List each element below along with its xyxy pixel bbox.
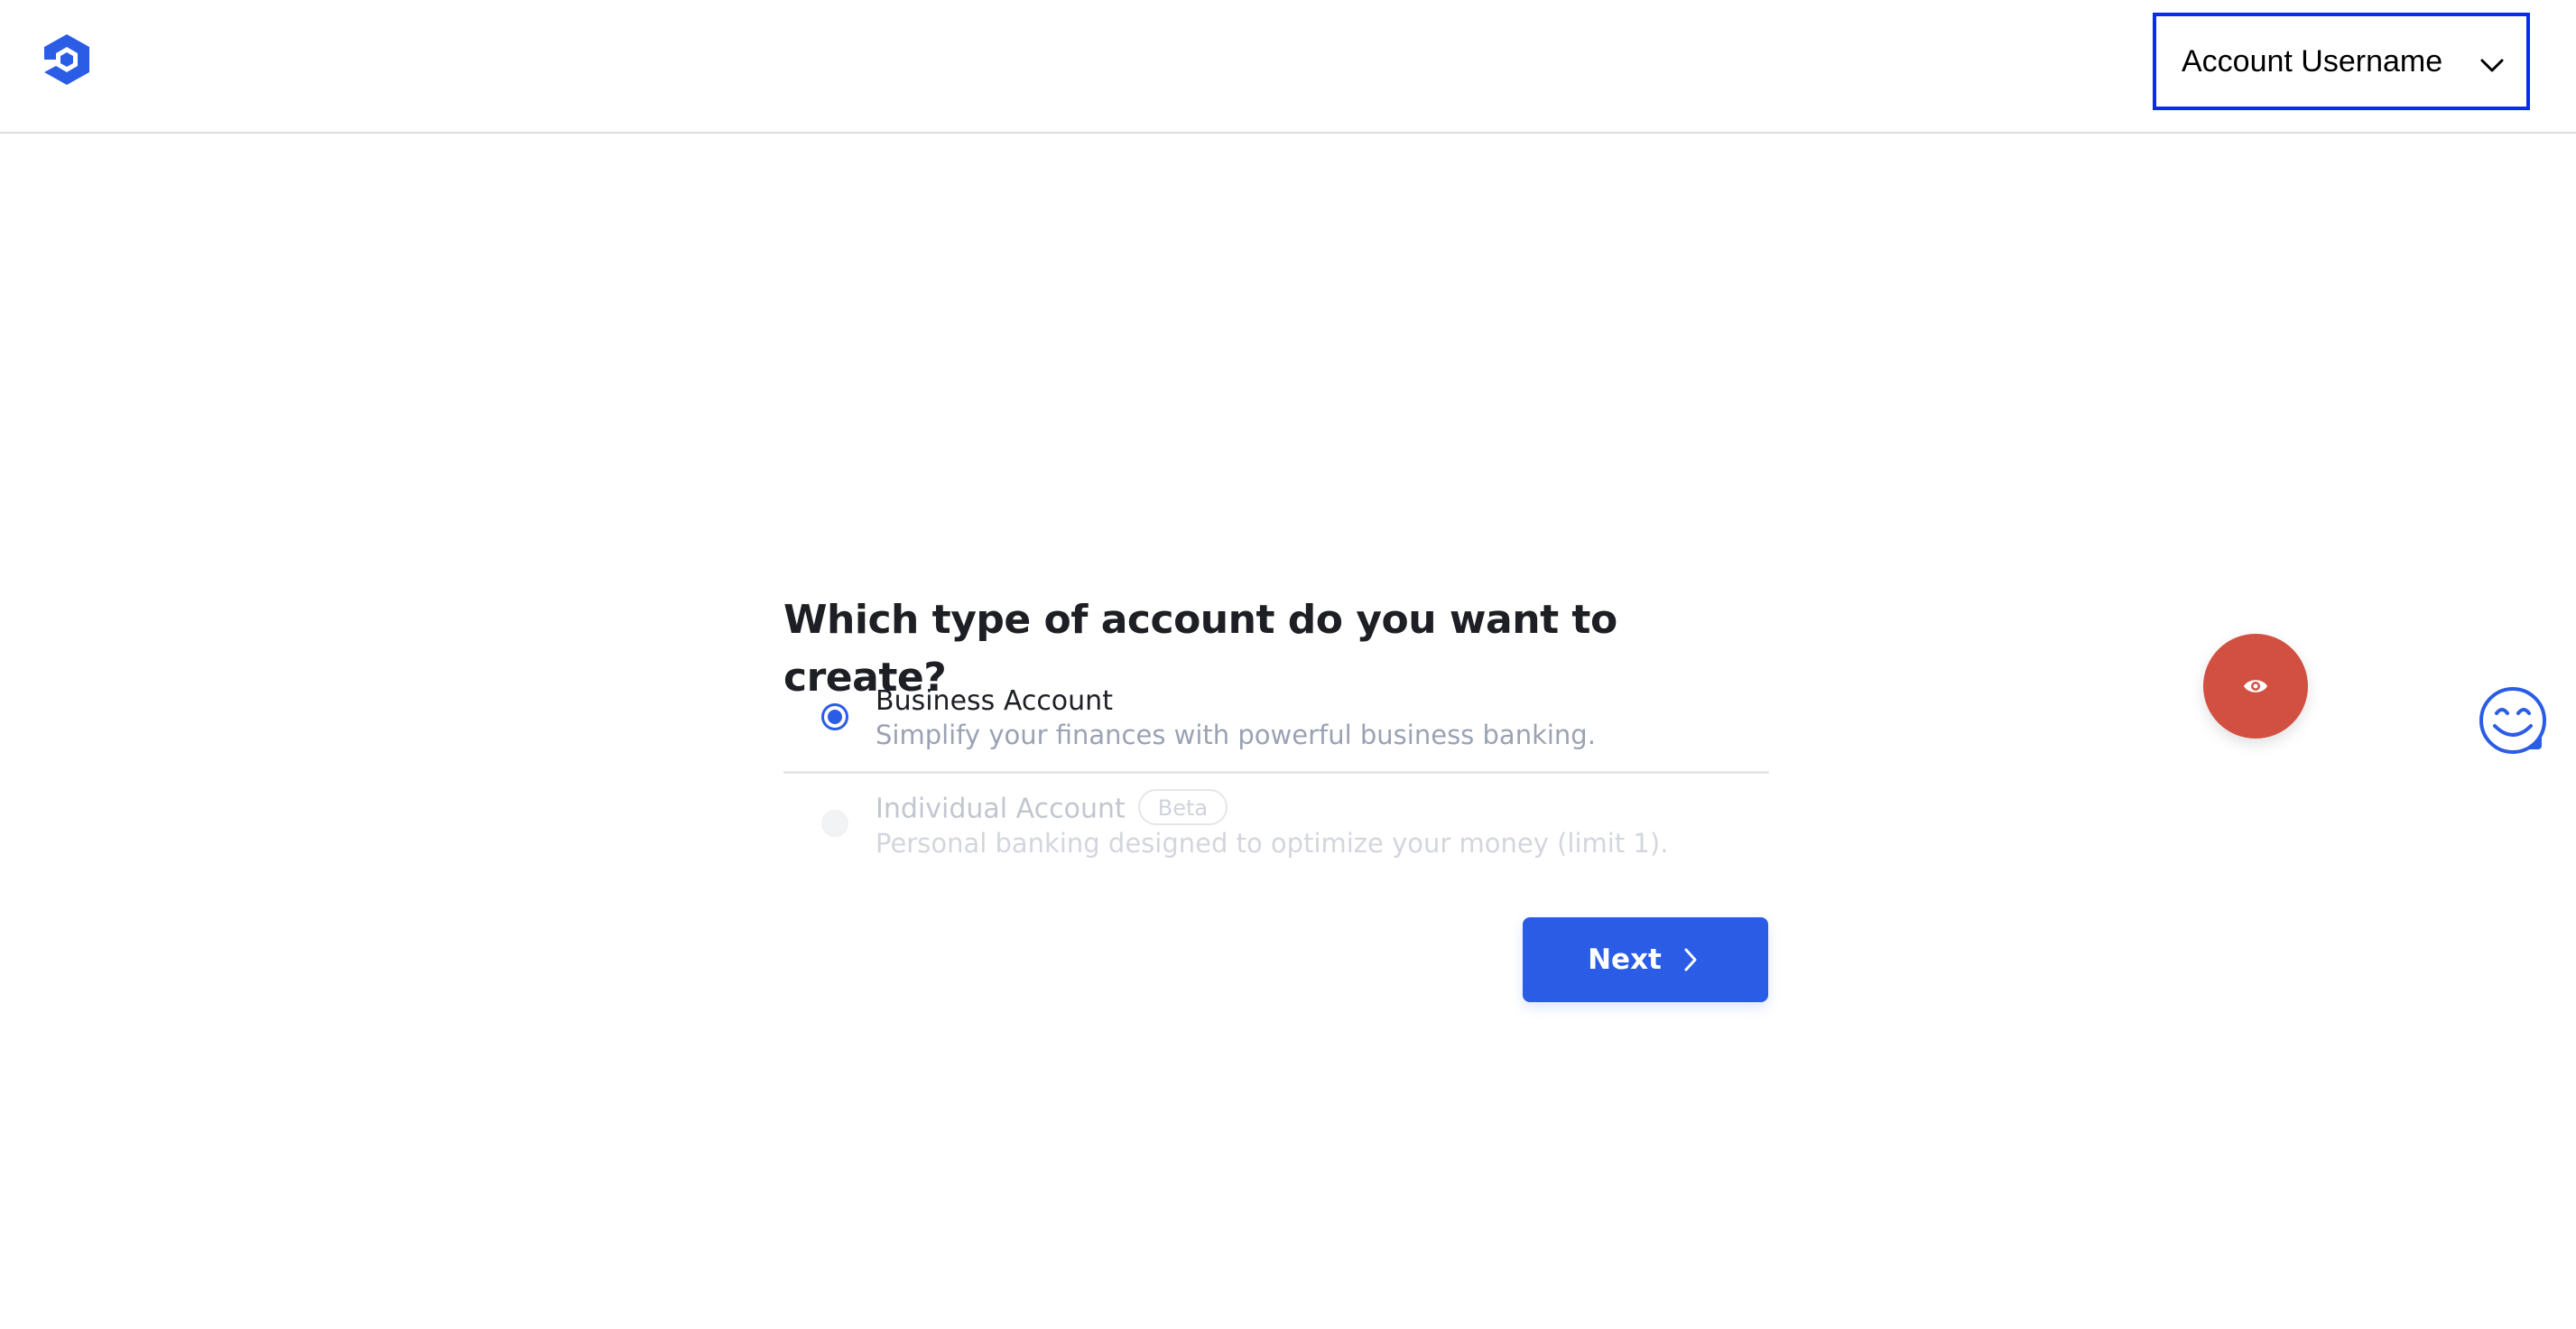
smiley-icon[interactable] [2479,686,2551,758]
chevron-down-icon [2480,59,2504,72]
individual-account-description: Personal banking designed to optimize yo… [876,828,1669,859]
individual-account-title-row: Individual Account Beta [876,789,1228,828]
chevron-right-icon [1684,948,1697,971]
eye-icon [2244,680,2267,692]
account-type-form: Which type of account do you want to cre… [783,591,1769,871]
page-title: Which type of account do you want to cre… [783,597,1617,701]
hexagon-logo-icon[interactable] [40,33,94,87]
business-account-title: Business Account [876,685,1113,717]
individual-account-radio[interactable] [821,810,848,837]
option-business-account[interactable]: Business Account Simplify your finances … [783,676,1769,774]
option-individual-account[interactable]: Individual Account Beta Personal banking … [783,774,1769,871]
eye-button[interactable] [2203,634,2308,739]
business-account-description: Simplify your finances with powerful bus… [876,720,1596,750]
next-button[interactable]: Next [1523,917,1768,1002]
account-username-dropdown[interactable]: Account Username [2153,13,2530,110]
next-button-label: Next [1588,943,1662,976]
beta-badge: Beta [1137,789,1228,825]
individual-account-title: Individual Account [876,793,1126,825]
top-bar: Account Username [0,0,2576,134]
account-username-label: Account Username [2182,43,2443,79]
business-account-radio[interactable] [821,703,848,730]
